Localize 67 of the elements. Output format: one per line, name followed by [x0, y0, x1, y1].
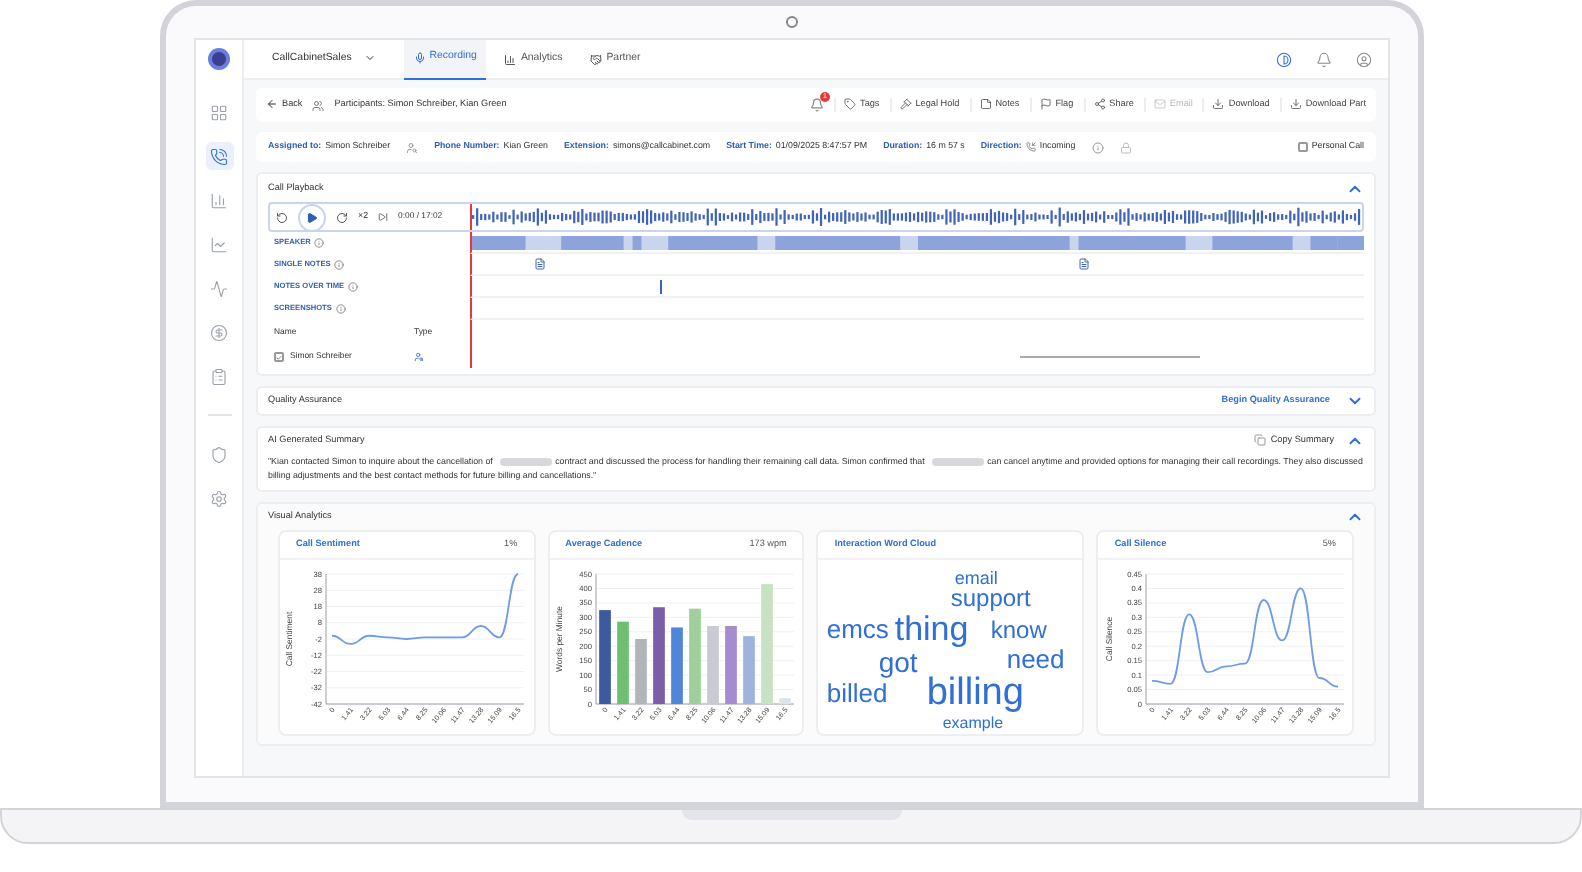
phone-icon — [210, 147, 228, 165]
user-icon[interactable] — [406, 141, 419, 153]
cloud-word: email — [954, 570, 998, 588]
share-icon — [1093, 98, 1106, 111]
app-logo[interactable] — [208, 48, 230, 70]
forward-icon[interactable] — [336, 211, 348, 223]
play-button[interactable] — [298, 203, 326, 231]
gavel-icon — [899, 98, 912, 111]
settings-icon — [210, 489, 228, 507]
clipboard-icon — [210, 367, 228, 385]
cloud-word: need — [1006, 646, 1065, 672]
info-icon[interactable] — [314, 238, 325, 248]
cloud-word: billing — [926, 674, 1024, 712]
collapse-chevron-icon[interactable] — [1346, 508, 1364, 526]
people-icon — [312, 99, 325, 111]
collapse-chevron-icon[interactable] — [1346, 432, 1364, 450]
copy-icon — [1254, 434, 1267, 447]
cloud-word: got — [878, 648, 918, 676]
camera-icon — [786, 16, 798, 28]
user-icon[interactable] — [1356, 51, 1372, 67]
note-marker[interactable] — [659, 279, 662, 293]
alert-icon[interactable] — [810, 98, 825, 112]
bar-chart-icon — [504, 53, 517, 65]
cloud-word: support — [950, 586, 1031, 610]
line-chart-icon — [210, 235, 228, 253]
note-icon[interactable] — [534, 257, 547, 269]
waveform-drawing[interactable] — [472, 204, 1362, 230]
play-icon — [306, 211, 318, 223]
download-icon — [1212, 98, 1225, 111]
cloud-word: thing — [894, 612, 969, 646]
bar-chart-icon — [210, 191, 228, 209]
note-icon[interactable] — [1078, 257, 1091, 269]
shield-icon — [210, 445, 228, 463]
cloud-word: emcs — [826, 616, 889, 642]
speaker-type-icon — [414, 352, 424, 362]
speaker-checkbox[interactable] — [274, 352, 284, 362]
caret-icon — [363, 52, 376, 65]
skip-icon[interactable] — [378, 212, 389, 222]
tag-icon — [844, 98, 857, 111]
info-icon[interactable] — [334, 260, 345, 270]
rewind-icon[interactable] — [276, 211, 288, 223]
handshake-icon — [590, 53, 603, 65]
cloud-word: know — [990, 618, 1047, 642]
check-icon — [276, 353, 282, 361]
lock-icon[interactable] — [1119, 141, 1132, 153]
info-icon[interactable] — [348, 282, 359, 292]
scrollbar[interactable] — [1020, 355, 1200, 359]
cloud-word: example — [942, 716, 1004, 732]
download-icon — [1289, 98, 1302, 111]
grid-icon — [210, 103, 228, 121]
microphone-icon — [413, 52, 426, 64]
notification-icon[interactable] — [1316, 51, 1332, 67]
cloud-word: billed — [826, 680, 888, 706]
contrast-icon[interactable] — [1276, 51, 1292, 67]
note-icon — [979, 98, 992, 111]
dollar-icon — [210, 323, 228, 341]
pulse-icon — [210, 279, 228, 297]
expand-chevron-icon[interactable] — [1346, 392, 1364, 410]
speaker-timeline-drawing[interactable] — [472, 235, 1364, 249]
info-icon[interactable] — [335, 304, 346, 314]
flag-icon — [1039, 98, 1052, 111]
mail-icon — [1153, 98, 1166, 111]
incoming-call-icon — [1025, 141, 1036, 152]
info-icon[interactable] — [1091, 141, 1104, 153]
back-arrow-icon — [266, 98, 278, 111]
personal-call-checkbox[interactable] — [1297, 141, 1308, 152]
sidebar-item[interactable] — [205, 142, 233, 170]
